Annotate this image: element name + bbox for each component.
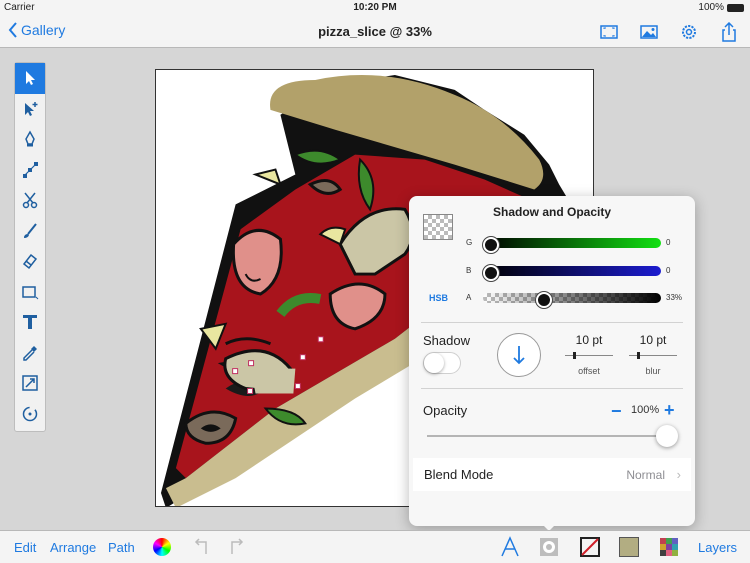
- offset-slider[interactable]: [565, 352, 613, 359]
- blend-mode-label: Blend Mode: [424, 467, 494, 482]
- font-icon[interactable]: [499, 536, 521, 558]
- opacity-increase-button[interactable]: +: [664, 400, 675, 421]
- scissors-icon: [22, 192, 38, 209]
- shadow-opacity-icon[interactable]: [538, 536, 560, 558]
- gear-icon[interactable]: [678, 22, 700, 42]
- alpha-slider-row: A 33%: [409, 290, 695, 308]
- blue-slider-knob[interactable]: [483, 265, 499, 281]
- green-value: 0: [666, 238, 671, 247]
- eyedropper-tool[interactable]: [15, 338, 45, 369]
- layers-button[interactable]: Layers: [698, 540, 737, 555]
- arrow-cursor-icon: [26, 71, 35, 86]
- node-edit-tool[interactable]: [15, 155, 45, 186]
- toolbox: [14, 62, 46, 432]
- text-t-icon: [23, 315, 37, 330]
- swatches-icon[interactable]: [658, 536, 680, 558]
- arrow-down-icon: [513, 346, 525, 365]
- clock: 10:20 PM: [353, 2, 397, 13]
- blur-caption: blur: [645, 366, 661, 376]
- scale-icon: [22, 375, 38, 391]
- fit-screen-icon[interactable]: [598, 22, 620, 42]
- node-path-icon: [23, 161, 38, 178]
- direct-select-tool[interactable]: [15, 94, 45, 125]
- toggle-knob: [424, 353, 444, 373]
- edit-menu-button[interactable]: Edit: [14, 540, 36, 555]
- blend-mode-row[interactable]: Blend Mode Normal ›: [413, 458, 691, 491]
- alpha-slider[interactable]: [483, 292, 661, 308]
- battery-percent: 100%: [698, 2, 724, 13]
- divider: [421, 388, 683, 389]
- shadow-direction-dial[interactable]: [497, 333, 541, 377]
- opacity-slider-knob[interactable]: [656, 425, 678, 447]
- fill-color-swatch[interactable]: [619, 537, 639, 557]
- opacity-slider[interactable]: [427, 435, 667, 437]
- stroke-icon[interactable]: [579, 536, 601, 558]
- blue-value: 0: [666, 266, 671, 275]
- direct-select-icon: [25, 101, 38, 116]
- battery-icon: [727, 4, 744, 12]
- alpha-label: A: [466, 293, 472, 302]
- scissors-tool[interactable]: [15, 185, 45, 216]
- brush-tool[interactable]: [15, 216, 45, 247]
- alpha-value: 33%: [666, 293, 683, 302]
- rotate-icon: [22, 406, 38, 421]
- rotate-tool[interactable]: [15, 399, 45, 430]
- path-menu-button[interactable]: Path: [108, 540, 135, 555]
- shadow-label: Shadow: [423, 333, 470, 348]
- green-slider-knob[interactable]: [483, 237, 499, 253]
- color-wheel-icon[interactable]: [153, 538, 171, 556]
- offset-caption: offset: [578, 366, 600, 376]
- blue-label: B: [466, 266, 472, 275]
- shape-tool[interactable]: [15, 277, 45, 308]
- offset-value: 10 pt: [575, 333, 603, 347]
- undo-icon[interactable]: [190, 536, 212, 558]
- navigation-bar: Gallery pizza_slice @ 33%: [0, 16, 750, 48]
- blur-value: 10 pt: [639, 333, 667, 347]
- green-label: G: [466, 238, 473, 247]
- arrange-menu-button[interactable]: Arrange: [50, 540, 96, 555]
- eraser-icon: [22, 254, 38, 270]
- blur-slider-marker[interactable]: [637, 352, 640, 359]
- eraser-tool[interactable]: [15, 246, 45, 277]
- text-tool[interactable]: [15, 307, 45, 338]
- bottom-toolbar: Edit Arrange Path Layers: [0, 530, 750, 563]
- share-icon[interactable]: [718, 21, 740, 42]
- divider: [421, 322, 683, 323]
- opacity-value: 100%: [631, 404, 660, 416]
- eyedropper-icon: [23, 345, 37, 361]
- redo-icon[interactable]: [226, 536, 248, 558]
- brush-icon: [24, 223, 37, 238]
- blend-mode-value: Normal: [626, 468, 665, 482]
- pen-tool[interactable]: [15, 124, 45, 155]
- opacity-label: Opacity: [423, 403, 468, 418]
- select-tool[interactable]: [15, 63, 45, 94]
- shadow-toggle[interactable]: [423, 352, 461, 374]
- blue-slider-row: B 0: [409, 263, 695, 281]
- opacity-decrease-button[interactable]: −: [611, 401, 622, 422]
- pen-nib-icon: [25, 130, 35, 147]
- rectangle-icon: [22, 286, 39, 300]
- blue-slider[interactable]: [483, 265, 661, 281]
- status-bar: Carrier 10:20 PM 100%: [0, 0, 750, 16]
- shadow-opacity-panel: Shadow and Opacity G 0 B 0 HSB A 33% Sha…: [409, 196, 695, 526]
- green-slider[interactable]: [483, 237, 661, 253]
- green-slider-row: G 0: [409, 235, 695, 253]
- offset-slider-marker[interactable]: [573, 352, 576, 359]
- alpha-slider-knob[interactable]: [536, 292, 553, 308]
- image-icon[interactable]: [638, 22, 660, 42]
- scale-tool[interactable]: [15, 368, 45, 399]
- chevron-right-icon: ›: [676, 467, 681, 482]
- blur-slider[interactable]: [629, 352, 677, 359]
